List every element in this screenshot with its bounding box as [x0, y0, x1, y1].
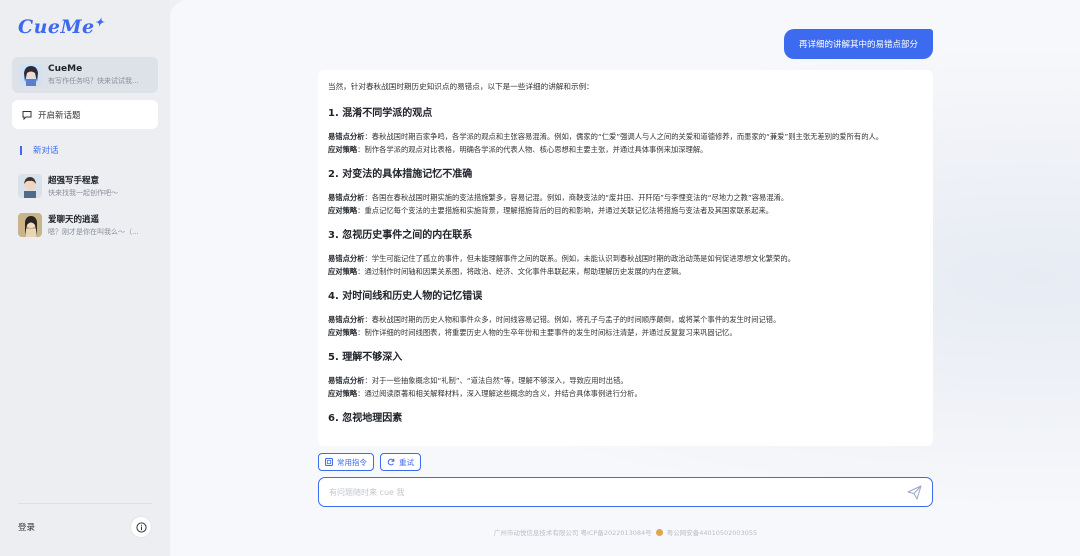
section-title: 5. 理解不够深入: [328, 352, 403, 363]
section-title: 4. 对时间线和历史人物的记忆错误: [328, 291, 483, 302]
answer-section: 4. 对时间线和历史人物的记忆错误 易错点分析：春秋战国时期的历史人物和事件众多…: [328, 287, 923, 339]
answer-section: 6. 忽视地理因素: [328, 409, 923, 424]
refresh-icon: [387, 458, 395, 466]
retry-button[interactable]: 重试: [380, 453, 421, 471]
command-icon: [325, 458, 333, 466]
chat-main: 再详细的讲解其中的易错点部分 当然，针对春秋战国时期历史知识点的易错点，以下是一…: [170, 0, 1080, 556]
section-title: 3. 忽视历史事件之间的内在联系: [328, 230, 473, 241]
assistant-answer: 当然，针对春秋战国时期历史知识点的易错点，以下是一些详细的讲解和示例： 1. 混…: [318, 70, 933, 446]
answer-section: 5. 理解不够深入 易错点分析：对于一些抽象概念如“礼制”、“道法自然”等，理解…: [328, 348, 923, 400]
avatar: [20, 64, 42, 86]
answer-section: 2. 对变法的具体措施记忆不准确 易错点分析：各国在春秋战国时期实施的变法措施繁…: [328, 165, 923, 217]
send-button[interactable]: [906, 484, 922, 500]
chip-label: 常用指令: [337, 457, 367, 467]
agent-card-cueme[interactable]: CueMe 有写作任务吗？快来试试我...: [12, 57, 158, 93]
info-icon: [135, 521, 147, 533]
agent-subtitle: 有写作任务吗？快来试试我...: [48, 77, 139, 85]
agent-name: CueMe: [48, 64, 83, 74]
conversation-preview: 嗯？刚才是你在叫我么～（...: [48, 228, 139, 236]
avatar: [18, 174, 42, 198]
conversation-name: 爱聊天的逍遥: [48, 215, 100, 225]
new-chat-label: 新对话: [33, 146, 59, 156]
chip-label: 重试: [399, 457, 414, 467]
error-analysis: 易错点分析：春秋战国时期百家争鸣，各学派的观点和主张容易混淆。例如，儒家的“仁爱…: [328, 132, 884, 141]
conversation-name: 超强写手程意: [48, 176, 100, 186]
strategy: 应对策略：通过阅读原著和相关解释材料，深入理解这些概念的含义，并结合具体事例进行…: [328, 389, 642, 398]
sparkle-icon: ✦: [94, 16, 105, 29]
strategy: 应对策略：制作各学派的观点对比表格，明确各学派的代表人物、核心思想和主要主张，并…: [328, 145, 708, 154]
message-input[interactable]: [329, 487, 906, 497]
app-logo[interactable]: CueMe✦: [18, 16, 104, 38]
error-analysis: 易错点分析：对于一些抽象概念如“礼制”、“道法自然”等，理解不够深入，导致应用时…: [328, 376, 628, 385]
error-analysis: 易错点分析：春秋战国时期的历史人物和事件众多，时间线容易记错。例如，将孔子与孟子…: [328, 315, 781, 324]
answer-section: 1. 混淆不同学派的观点 易错点分析：春秋战国时期百家争鸣，各学派的观点和主张容…: [328, 104, 923, 156]
footer: 广州市动悦信息技术有限公司 粤ICP备2022013084号 粤公网安备4401…: [318, 527, 933, 537]
login-link[interactable]: 登录: [18, 521, 35, 533]
sidebar-item-new-chat[interactable]: 新对话: [20, 144, 59, 156]
police-badge-icon: [655, 528, 663, 536]
strategy: 应对策略：制作详细的时间线图表，将重要历史人物的生卒年份和主要事件的发生时间标注…: [328, 328, 737, 337]
conversation-item[interactable]: 超强写手程意 快来找我一起创作吧～: [18, 173, 158, 199]
info-button[interactable]: [130, 516, 152, 538]
strategy: 应对策略：通过制作时间轴和因果关系图，将政治、经济、文化事件串联起来，帮助理解历…: [328, 267, 686, 276]
answer-intro: 当然，针对春秋战国时期历史知识点的易错点，以下是一些详细的讲解和示例：: [328, 82, 594, 91]
sidebar: CueMe✦ CueMe 有写作任务吗？快来试试我... 开启新话题 新对话 超…: [0, 0, 170, 556]
quick-actions: 常用指令 重试: [318, 453, 421, 471]
strategy: 应对策略：重点记忆每个变法的主要措施和实施背景，理解措施背后的目的和影响，并通过…: [328, 206, 774, 215]
section-title: 1. 混淆不同学派的观点: [328, 108, 433, 119]
police-record[interactable]: 粤公网安备44010502003055: [667, 527, 757, 537]
new-topic-label: 开启新话题: [38, 110, 81, 121]
section-title: 2. 对变法的具体措施记忆不准确: [328, 169, 473, 180]
answer-section: 3. 忽视历史事件之间的内在联系 易错点分析：学生可能记住了孤立的事件，但未能理…: [328, 226, 923, 278]
user-message: 再详细的讲解其中的易错点部分: [784, 29, 933, 59]
divider: [18, 503, 152, 504]
common-commands-button[interactable]: 常用指令: [318, 453, 374, 471]
avatar: [18, 213, 42, 237]
conversation-preview: 快来找我一起创作吧～: [48, 189, 118, 197]
section-title: 6. 忽视地理因素: [328, 413, 403, 424]
send-icon: [907, 485, 921, 499]
new-topic-button[interactable]: 开启新话题: [12, 100, 158, 129]
chat-bubble-icon: [22, 110, 32, 120]
conversation-item[interactable]: 爱聊天的逍遥 嗯？刚才是你在叫我么～（...: [18, 212, 158, 238]
error-analysis: 易错点分析：学生可能记住了孤立的事件，但未能理解事件之间的联系。例如，未能认识到…: [328, 254, 795, 263]
message-input-container: [318, 477, 933, 507]
active-indicator: [20, 145, 22, 155]
error-analysis: 易错点分析：各国在春秋战国时期实施的变法措施繁多，容易记混。例如，商鞅变法的“废…: [328, 193, 789, 202]
icp-record[interactable]: 广州市动悦信息技术有限公司 粤ICP备2022013084号: [494, 527, 652, 537]
